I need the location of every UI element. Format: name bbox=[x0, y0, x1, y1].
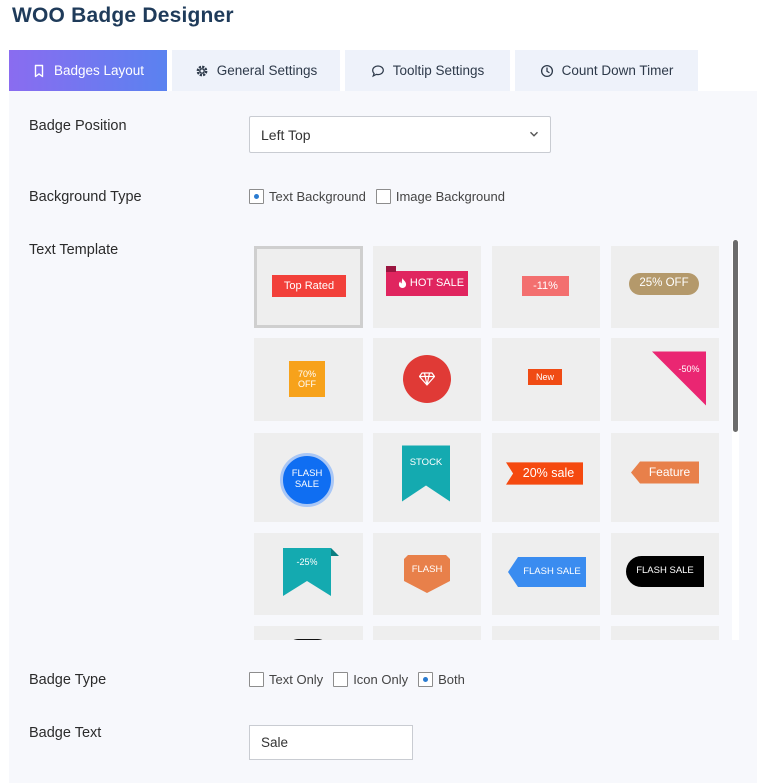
badge-top-rated: Top Rated bbox=[272, 275, 346, 297]
text-only-checkbox[interactable] bbox=[249, 672, 264, 687]
template-tile[interactable]: -11% bbox=[492, 246, 600, 328]
badge-minus-50: -50% bbox=[678, 363, 700, 374]
badge-type-label: Badge Type bbox=[29, 672, 107, 688]
badge-flash-sale-circle: FLASH SALE bbox=[280, 453, 334, 507]
template-tile[interactable]: FLASH SALE bbox=[611, 533, 719, 615]
template-tile[interactable] bbox=[373, 626, 481, 640]
badge-text-input[interactable] bbox=[249, 725, 413, 760]
badge-hot-sale-tab bbox=[386, 266, 396, 272]
badge-stock: STOCK bbox=[409, 456, 443, 468]
text-template-label: Text Template bbox=[29, 242, 119, 258]
background-type-options: Text Background Image Background bbox=[249, 189, 515, 204]
chevron-down-icon bbox=[530, 131, 538, 137]
badge-flash-sale-blue: FLASH SALE bbox=[523, 565, 581, 577]
badge-flash-sale-black: FLASH SALE bbox=[626, 556, 704, 587]
both-label: Both bbox=[438, 672, 465, 687]
tab-label: Badges Layout bbox=[53, 63, 145, 78]
badge-corner-triangle bbox=[652, 351, 706, 406]
app-title: WOO Badge Designer bbox=[12, 4, 234, 27]
badge-25-off: 25% OFF bbox=[629, 273, 699, 295]
badge-hot-sale-text: HOT SALE bbox=[409, 277, 465, 290]
badge-70-off: 70% OFF bbox=[289, 361, 325, 397]
badge-70: 70% bbox=[297, 368, 316, 379]
icon-only-label: Icon Only bbox=[353, 672, 409, 687]
badge-new: New bbox=[528, 369, 562, 385]
template-tile[interactable]: -50% bbox=[611, 338, 719, 421]
template-tile[interactable]: New bbox=[492, 338, 600, 421]
badge-text-label: Badge Text bbox=[29, 725, 102, 741]
tab-label: General Settings bbox=[216, 63, 318, 78]
tab-bar: Badges Layout General Settings Tooltip S… bbox=[9, 50, 698, 91]
image-background-radio[interactable] bbox=[375, 189, 391, 204]
settings-panel: Badge Position Left Top Background Type … bbox=[9, 91, 757, 783]
both-checkbox[interactable] bbox=[418, 672, 434, 687]
text-background-label: Text Background bbox=[269, 189, 366, 204]
template-tile[interactable] bbox=[254, 626, 363, 640]
template-tile[interactable]: STOCK bbox=[373, 433, 481, 522]
badge-position-value: Left Top bbox=[261, 126, 311, 143]
template-tile[interactable]: FLASH SALE bbox=[254, 433, 363, 522]
template-tile[interactable]: 70% OFF bbox=[254, 338, 363, 421]
badge-position-select[interactable]: Left Top bbox=[249, 116, 551, 153]
background-type-label: Background Type bbox=[29, 189, 142, 205]
badge-minus-11: -11% bbox=[522, 276, 569, 296]
tab-badges-layout[interactable]: Badges Layout bbox=[9, 50, 167, 91]
badge-position-label: Badge Position bbox=[29, 118, 127, 134]
badge-ribbon bbox=[402, 445, 450, 502]
diamond-icon bbox=[419, 372, 435, 386]
bookmark-icon bbox=[34, 64, 44, 77]
badge-flash-shield: FLASH bbox=[411, 563, 443, 575]
tab-count-down-timer[interactable]: Count Down Timer bbox=[515, 50, 698, 91]
template-tile[interactable]: HOT SALE bbox=[373, 246, 481, 328]
badge-off: OFF bbox=[298, 379, 316, 389]
template-tile[interactable]: 25% OFF bbox=[611, 246, 719, 328]
badge-minus-25: -25% bbox=[296, 556, 318, 567]
text-background-radio[interactable] bbox=[249, 189, 264, 204]
template-tile[interactable]: Feature bbox=[611, 433, 719, 522]
badge-type-options: Text Only Icon Only Both bbox=[249, 672, 475, 687]
template-tile[interactable]: FLASH SALE bbox=[492, 533, 600, 615]
flame-icon bbox=[398, 278, 407, 288]
template-tile[interactable]: FLASH bbox=[373, 533, 481, 615]
template-grid[interactable]: Top Rated HOT SALE -11% 25% OFF 70% OFF … bbox=[249, 240, 741, 640]
badge-20-sale: 20% sale bbox=[522, 466, 575, 481]
tab-general-settings[interactable]: General Settings bbox=[172, 50, 340, 91]
template-tile[interactable] bbox=[492, 626, 600, 640]
image-background-label: Image Background bbox=[395, 189, 505, 204]
clock-icon bbox=[540, 64, 553, 77]
icon-only-checkbox[interactable] bbox=[333, 672, 349, 687]
tab-label: Count Down Timer bbox=[561, 63, 674, 78]
template-scrollbar-thumb[interactable] bbox=[733, 240, 738, 432]
template-tile[interactable]: -25% bbox=[254, 533, 363, 615]
badge-partial-black bbox=[288, 639, 328, 640]
tab-tooltip-settings[interactable]: Tooltip Settings bbox=[345, 50, 510, 91]
gear-icon bbox=[196, 65, 208, 76]
template-tile[interactable] bbox=[611, 626, 719, 640]
template-tile[interactable] bbox=[373, 338, 481, 421]
badge-feature: Feature bbox=[648, 464, 691, 479]
text-only-label: Text Only bbox=[269, 672, 324, 687]
badge-sale: SALE bbox=[294, 479, 320, 490]
template-tile[interactable]: 20% sale bbox=[492, 433, 600, 522]
template-tile[interactable]: Top Rated bbox=[254, 246, 363, 328]
chat-bubble-icon bbox=[371, 64, 384, 77]
tab-label: Tooltip Settings bbox=[392, 63, 485, 78]
